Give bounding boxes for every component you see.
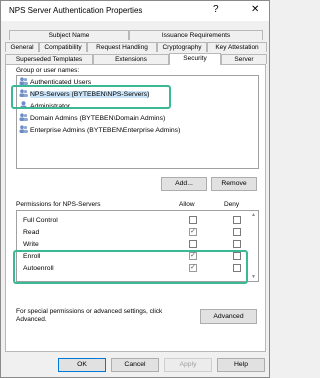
perm-row-write: Write — [23, 240, 253, 251]
ok-button[interactable]: OK — [58, 358, 106, 372]
group-user-list[interactable]: Authenticated Users NPS-Servers (BYTEBEN… — [16, 75, 259, 169]
group-icon — [19, 113, 28, 121]
perm-name: Write — [23, 241, 39, 248]
perm-name: Read — [23, 229, 40, 236]
allow-checkbox[interactable]: ✓ — [189, 264, 197, 272]
list-item-domain-admins[interactable]: Domain Admins (BYTEBEN\Domain Admins) — [19, 113, 165, 123]
perm-row-full-control: Full Control — [23, 216, 253, 227]
deny-checkbox[interactable] — [233, 252, 241, 260]
list-item-enterprise-admins[interactable]: Enterprise Admins (BYTEBEN\Enterprise Ad… — [19, 125, 180, 135]
close-icon[interactable]: ✕ — [251, 4, 259, 15]
tab-server[interactable]: Server — [221, 54, 267, 64]
apply-button[interactable]: Apply — [164, 358, 212, 372]
allow-checkbox[interactable] — [189, 216, 197, 224]
list-item-label: Administrator — [30, 103, 71, 110]
allow-checkbox[interactable] — [189, 240, 197, 248]
security-panel: Group or user names: Authenticated Users… — [5, 64, 266, 352]
scroll-down-icon[interactable]: ▼ — [251, 274, 256, 280]
perm-name: Full Control — [23, 217, 58, 224]
perm-name: Autoenroll — [23, 265, 54, 272]
perm-row-autoenroll: Autoenroll ✓ — [23, 264, 253, 275]
tab-security[interactable]: Security — [169, 53, 221, 65]
tab-compatibility[interactable]: Compatibility — [39, 42, 87, 52]
list-item-authenticated-users[interactable]: Authenticated Users — [19, 77, 91, 87]
tab-subject-name[interactable]: Subject Name — [9, 30, 129, 40]
deny-checkbox[interactable] — [233, 240, 241, 248]
list-item-nps-servers[interactable]: NPS-Servers (BYTEBEN\NPS-Servers) — [19, 89, 150, 99]
group-icon — [19, 125, 28, 133]
permissions-label: Permissions for NPS-Servers — [16, 201, 101, 208]
tab-extensions[interactable]: Extensions — [93, 54, 169, 64]
group-icon — [19, 77, 28, 85]
add-button[interactable]: Add... — [161, 177, 207, 191]
title-bar: NPS Server Authentication Properties ? ✕ — [1, 1, 269, 21]
deny-checkbox[interactable] — [233, 228, 241, 236]
deny-checkbox[interactable] — [233, 264, 241, 272]
perm-name: Enroll — [23, 253, 41, 260]
help-button[interactable]: Help — [217, 358, 265, 372]
tab-issuance-requirements[interactable]: Issuance Requirements — [129, 30, 263, 40]
allow-checkbox[interactable]: ✓ — [189, 252, 197, 260]
list-item-label: Domain Admins (BYTEBEN\Domain Admins) — [30, 115, 166, 122]
user-icon — [19, 101, 28, 109]
properties-dialog: NPS Server Authentication Properties ? ✕… — [0, 0, 270, 378]
list-item-label: Enterprise Admins (BYTEBEN\Enterprise Ad… — [30, 127, 181, 134]
special-permissions-text: For special permissions or advanced sett… — [16, 308, 163, 323]
scroll-up-icon[interactable]: ▲ — [251, 212, 256, 218]
cancel-button[interactable]: Cancel — [111, 358, 159, 372]
help-icon[interactable]: ? — [213, 4, 219, 15]
tab-request-handling[interactable]: Request Handling — [87, 42, 157, 52]
allow-header: Allow — [179, 201, 195, 208]
group-icon — [19, 89, 28, 97]
list-item-administrator[interactable]: Administrator — [19, 101, 70, 111]
perm-row-enroll: Enroll ✓ — [23, 252, 253, 263]
tab-cryptography[interactable]: Cryptography — [157, 42, 207, 52]
permissions-list: Full Control Read ✓ Write Enroll ✓ Autoe… — [16, 210, 259, 282]
deny-checkbox[interactable] — [233, 216, 241, 224]
advanced-button[interactable]: Advanced — [200, 309, 257, 324]
tab-superseded-templates[interactable]: Superseded Templates — [5, 54, 93, 64]
group-list-label: Group or user names: — [16, 67, 80, 74]
tab-key-attestation[interactable]: Key Attestation — [207, 42, 267, 52]
window-title: NPS Server Authentication Properties — [9, 6, 143, 15]
tab-general[interactable]: General — [5, 42, 39, 52]
perm-row-read: Read ✓ — [23, 228, 253, 239]
allow-checkbox[interactable]: ✓ — [189, 228, 197, 236]
list-item-label: Authenticated Users — [30, 79, 92, 86]
remove-button[interactable]: Remove — [211, 177, 257, 191]
list-item-label: NPS-Servers (BYTEBEN\NPS-Servers) — [30, 91, 150, 98]
deny-header: Deny — [224, 201, 240, 208]
